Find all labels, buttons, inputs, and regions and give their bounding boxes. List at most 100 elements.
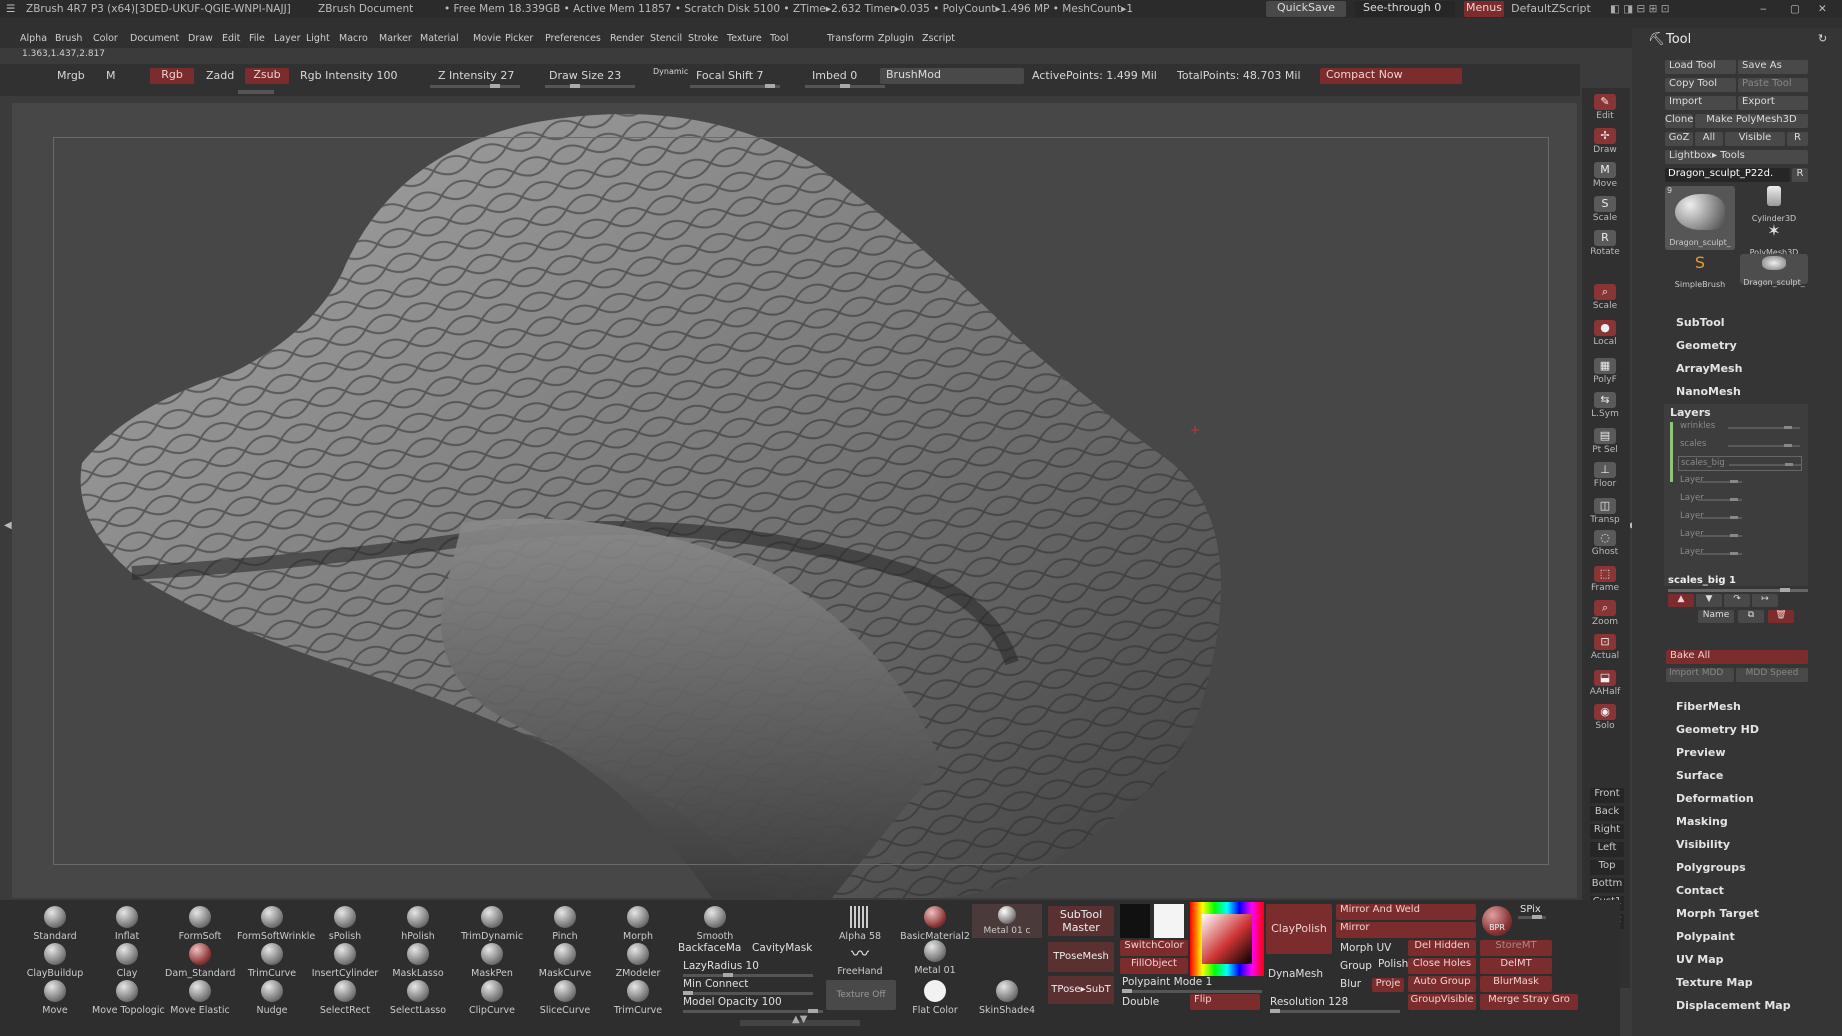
auto-group-button[interactable]: Auto Group <box>1408 976 1476 992</box>
brush-inflat[interactable]: Inflat <box>92 906 162 942</box>
model-opacity-slider[interactable]: Model Opacity 100 <box>683 996 782 1008</box>
layer-up-icon[interactable]: ▲ <box>1668 594 1694 607</box>
menu-picker[interactable]: Picker <box>505 33 533 44</box>
texture-selector[interactable]: Texture Off <box>826 980 896 1010</box>
cavity-mask-button[interactable]: CavityMask <box>752 942 812 954</box>
group-visible-button[interactable]: GroupVisible <box>1408 994 1476 1010</box>
shelf-solo-button[interactable]: ◉ Solo <box>1586 704 1624 734</box>
brushmod-slider[interactable]: BrushMod <box>880 68 1024 84</box>
shelf-edit-button[interactable]: ✎ Edit <box>1586 94 1624 124</box>
r-tool-button[interactable]: R <box>1792 168 1808 182</box>
brush-morph[interactable]: Morph <box>603 906 673 942</box>
shelf-actual-button[interactable]: ⊡ Actual <box>1586 634 1624 664</box>
mirror-and-weld-button[interactable]: Mirror And Weld <box>1336 904 1476 920</box>
section-displacement-map[interactable]: Displacement Map <box>1676 999 1791 1012</box>
group-button[interactable]: Group <box>1340 960 1372 972</box>
section-nanomesh[interactable]: NanoMesh <box>1676 385 1741 398</box>
shelf-l-sym-button[interactable]: ⇆ L.Sym <box>1586 392 1624 422</box>
material-metal01[interactable]: Metal 01 <box>900 940 970 976</box>
left-tray-arrow-icon[interactable]: ◀ <box>4 520 12 531</box>
layer-item[interactable]: Layer <box>1678 528 1802 543</box>
layer-redo-icon[interactable]: ↷ <box>1724 594 1750 607</box>
section-arraymesh[interactable]: ArrayMesh <box>1676 362 1742 375</box>
brush-move-topologic[interactable]: Move Topologic <box>92 980 165 1016</box>
visible-button[interactable]: Visible <box>1725 132 1785 146</box>
brush-formsoftwrinkle[interactable]: FormSoftWrinkle <box>237 906 315 942</box>
mdd-speed-slider[interactable]: MDD Speed <box>1736 668 1808 682</box>
layer-item[interactable]: scales <box>1678 438 1802 453</box>
lazy-radius-slider[interactable]: LazyRadius 10 <box>683 960 759 972</box>
material-basicmaterial2[interactable]: BasicMaterial2 <box>900 906 970 942</box>
shelf-rotate-button[interactable]: R Rotate <box>1586 230 1624 260</box>
close-holes-button[interactable]: Close Holes <box>1408 958 1476 974</box>
menu-tool[interactable]: Tool <box>770 33 788 44</box>
brush-formsoft[interactable]: FormSoft <box>165 906 235 942</box>
blur-slider[interactable]: Blur <box>1340 978 1361 990</box>
brush-standard[interactable]: Standard <box>20 906 90 942</box>
layout-icons[interactable]: ◧ ◨ ⊟ ⊞ ⊡ <box>1610 3 1670 15</box>
layer-item[interactable]: Layer <box>1678 474 1802 489</box>
shelf-transp-button[interactable]: ◫ Transp <box>1586 498 1624 528</box>
compact-now-button[interactable]: Compact Now <box>1320 68 1462 84</box>
rgb-button[interactable]: Rgb <box>150 68 194 84</box>
min-connect-slider[interactable]: Min Connect <box>683 978 748 990</box>
menu-movie[interactable]: Movie <box>473 33 501 44</box>
menu-preferences[interactable]: Preferences <box>545 33 601 44</box>
view-bottm-button[interactable]: Bottm <box>1590 878 1624 893</box>
merge-stray-groups-button[interactable]: Merge Stray Gro <box>1480 994 1578 1010</box>
layer-copy-icon[interactable]: ⧉ <box>1738 610 1764 623</box>
menu-zscript[interactable]: Zscript <box>922 33 955 44</box>
section-morph-target[interactable]: Morph Target <box>1676 907 1759 920</box>
see-through-slider[interactable]: See-through 0 <box>1355 1 1455 17</box>
close-icon[interactable]: ✕ <box>1818 3 1827 15</box>
shelf-pt-sel-button[interactable]: ▤ Pt Sel <box>1586 428 1624 458</box>
menu-layer[interactable]: Layer <box>274 33 301 44</box>
brush-spolish[interactable]: sPolish <box>310 906 380 942</box>
tool-thumb-dragon[interactable]: 9 Dragon_sculpt_ <box>1665 186 1735 250</box>
menu-edit[interactable]: Edit <box>222 33 240 44</box>
import-mdd-button[interactable]: Import MDD <box>1666 668 1734 682</box>
bake-all-button[interactable]: Bake All <box>1666 650 1808 664</box>
bpr-render-button[interactable]: BPR <box>1482 906 1512 936</box>
shelf-draw-button[interactable]: ✢ Draw <box>1586 128 1624 158</box>
refresh-icon[interactable]: ↻ <box>1818 32 1827 45</box>
del-hidden-button[interactable]: Del Hidden <box>1408 940 1476 956</box>
menu-transform[interactable]: Transform <box>827 33 874 44</box>
menu-document[interactable]: Document <box>130 33 179 44</box>
brush-slicecurve[interactable]: SliceCurve <box>530 980 600 1016</box>
layer-item[interactable]: scales_big <box>1678 456 1802 471</box>
load-tool-button[interactable]: Load Tool <box>1665 60 1736 74</box>
resolution-slider[interactable]: Resolution 128 <box>1270 996 1348 1008</box>
shelf-move-button[interactable]: M Move <box>1586 162 1624 192</box>
brush-clay[interactable]: Clay <box>92 943 162 979</box>
shelf-ghost-button[interactable]: ◌ Ghost <box>1586 530 1624 560</box>
copy-tool-button[interactable]: Copy Tool <box>1665 78 1736 92</box>
polish-button[interactable]: Polish <box>1378 958 1408 970</box>
secondary-color-swatch[interactable] <box>1154 904 1184 938</box>
layer-item[interactable]: wrinkles <box>1678 420 1802 435</box>
menu-zplugin[interactable]: Zplugin <box>878 33 914 44</box>
switch-color-button[interactable]: SwitchColor <box>1120 940 1188 956</box>
rgb-intensity-slider[interactable]: Rgb Intensity 100 <box>300 69 397 82</box>
lightbox-tools-button[interactable]: Lightbox▸ Tools <box>1665 150 1808 164</box>
brush-smooth[interactable]: Smooth <box>680 906 750 942</box>
shelf-aahalf-button[interactable]: ⬓ AAHalf <box>1586 670 1624 700</box>
brush-maskcurve[interactable]: MaskCurve <box>530 943 600 979</box>
brush-nudge[interactable]: Nudge <box>237 980 307 1016</box>
make-polymesh3d-button[interactable]: Make PolyMesh3D <box>1695 114 1808 128</box>
layer-item[interactable]: Layer <box>1678 492 1802 507</box>
section-masking[interactable]: Masking <box>1676 815 1728 828</box>
draw-size-slider[interactable]: Draw Size 23 <box>549 69 621 82</box>
layers-header[interactable]: Layers <box>1670 406 1711 419</box>
brush-selectrect[interactable]: SelectRect <box>310 980 380 1016</box>
menu-draw[interactable]: Draw <box>188 33 213 44</box>
zadd-button[interactable]: Zadd <box>206 69 234 82</box>
view-right-button[interactable]: Right <box>1590 824 1624 839</box>
double-button[interactable]: Double <box>1122 996 1159 1008</box>
tposemesh-button[interactable]: TPoseMesh <box>1048 942 1114 972</box>
tpose-subt-button[interactable]: TPose▸SubT <box>1048 976 1114 1004</box>
menu-render[interactable]: Render <box>610 33 644 44</box>
brush-clipcurve[interactable]: ClipCurve <box>457 980 527 1016</box>
dynamesh-button[interactable]: DynaMesh <box>1268 968 1323 980</box>
section-contact[interactable]: Contact <box>1676 884 1724 897</box>
